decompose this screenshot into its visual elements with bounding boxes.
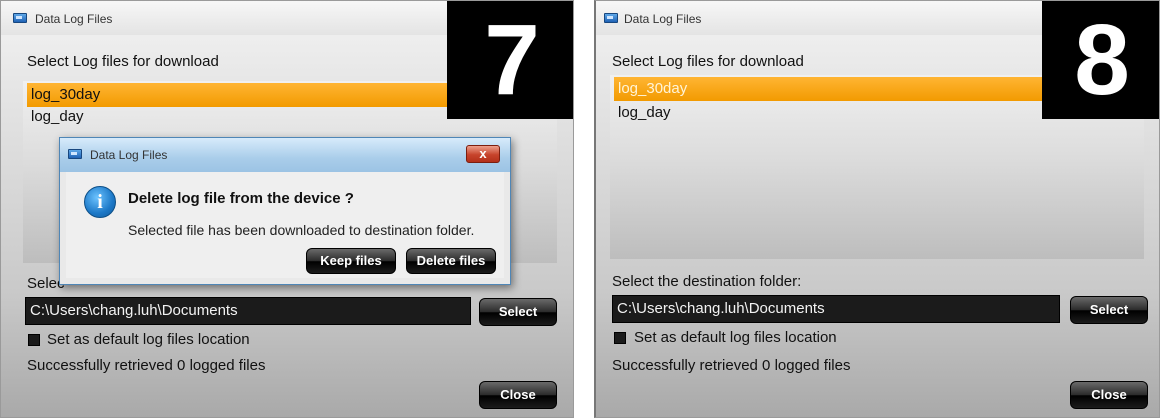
app-window-icon bbox=[604, 13, 618, 23]
dialog-body: i Delete log file from the device ? Sele… bbox=[66, 172, 504, 278]
step-number-badge: 8 bbox=[1042, 1, 1159, 119]
file-name: log_30day bbox=[31, 86, 101, 103]
dialog-close-button[interactable]: x bbox=[466, 145, 500, 163]
window-title: Data Log Files bbox=[35, 12, 113, 26]
destination-folder-label: Select the destination folder: bbox=[612, 273, 802, 290]
dialog-titlebar: Data Log Files x bbox=[60, 138, 510, 172]
select-folder-button[interactable]: Select bbox=[479, 298, 557, 326]
delete-confirm-dialog: Data Log Files x i Delete log file from … bbox=[59, 137, 511, 285]
info-icon: i bbox=[84, 186, 116, 218]
close-button[interactable]: Close bbox=[479, 381, 557, 409]
close-icon: x bbox=[479, 146, 487, 161]
select-files-label: Select Log files for download bbox=[27, 53, 219, 70]
select-files-label: Select Log files for download bbox=[612, 53, 804, 70]
file-name: log_day bbox=[31, 108, 84, 125]
file-name: log_day bbox=[618, 104, 671, 121]
app-window-icon bbox=[13, 13, 27, 23]
status-text: Successfully retrieved 0 logged files bbox=[27, 357, 266, 374]
default-location-label: Set as default log files location bbox=[634, 329, 837, 346]
list-item[interactable]: log_30day bbox=[27, 83, 447, 107]
file-name: log_30day bbox=[618, 80, 688, 97]
keep-files-button[interactable]: Keep files bbox=[306, 248, 396, 274]
dialog-message: Selected file has been downloaded to des… bbox=[128, 222, 475, 238]
default-location-checkbox[interactable] bbox=[614, 332, 626, 344]
destination-path-field[interactable]: C:\Users\chang.luh\Documents bbox=[25, 297, 471, 325]
select-folder-button[interactable]: Select bbox=[1070, 296, 1148, 324]
close-button[interactable]: Close bbox=[1070, 381, 1148, 409]
step-8-window: Data Log Files Select Log files for down… bbox=[594, 0, 1160, 418]
default-location-label: Set as default log files location bbox=[47, 331, 250, 348]
default-location-checkbox[interactable] bbox=[28, 334, 40, 346]
status-text: Successfully retrieved 0 logged files bbox=[612, 357, 851, 374]
window-title: Data Log Files bbox=[624, 12, 702, 26]
step-7-window: Data Log Files Select Log files for down… bbox=[0, 0, 574, 418]
dialog-heading: Delete log file from the device ? bbox=[128, 190, 354, 207]
destination-path-field[interactable]: C:\Users\chang.luh\Documents bbox=[612, 295, 1060, 323]
delete-files-button[interactable]: Delete files bbox=[406, 248, 496, 274]
app-window-icon bbox=[68, 149, 82, 159]
dialog-title: Data Log Files bbox=[90, 148, 168, 162]
step-number-badge: 7 bbox=[447, 1, 573, 119]
